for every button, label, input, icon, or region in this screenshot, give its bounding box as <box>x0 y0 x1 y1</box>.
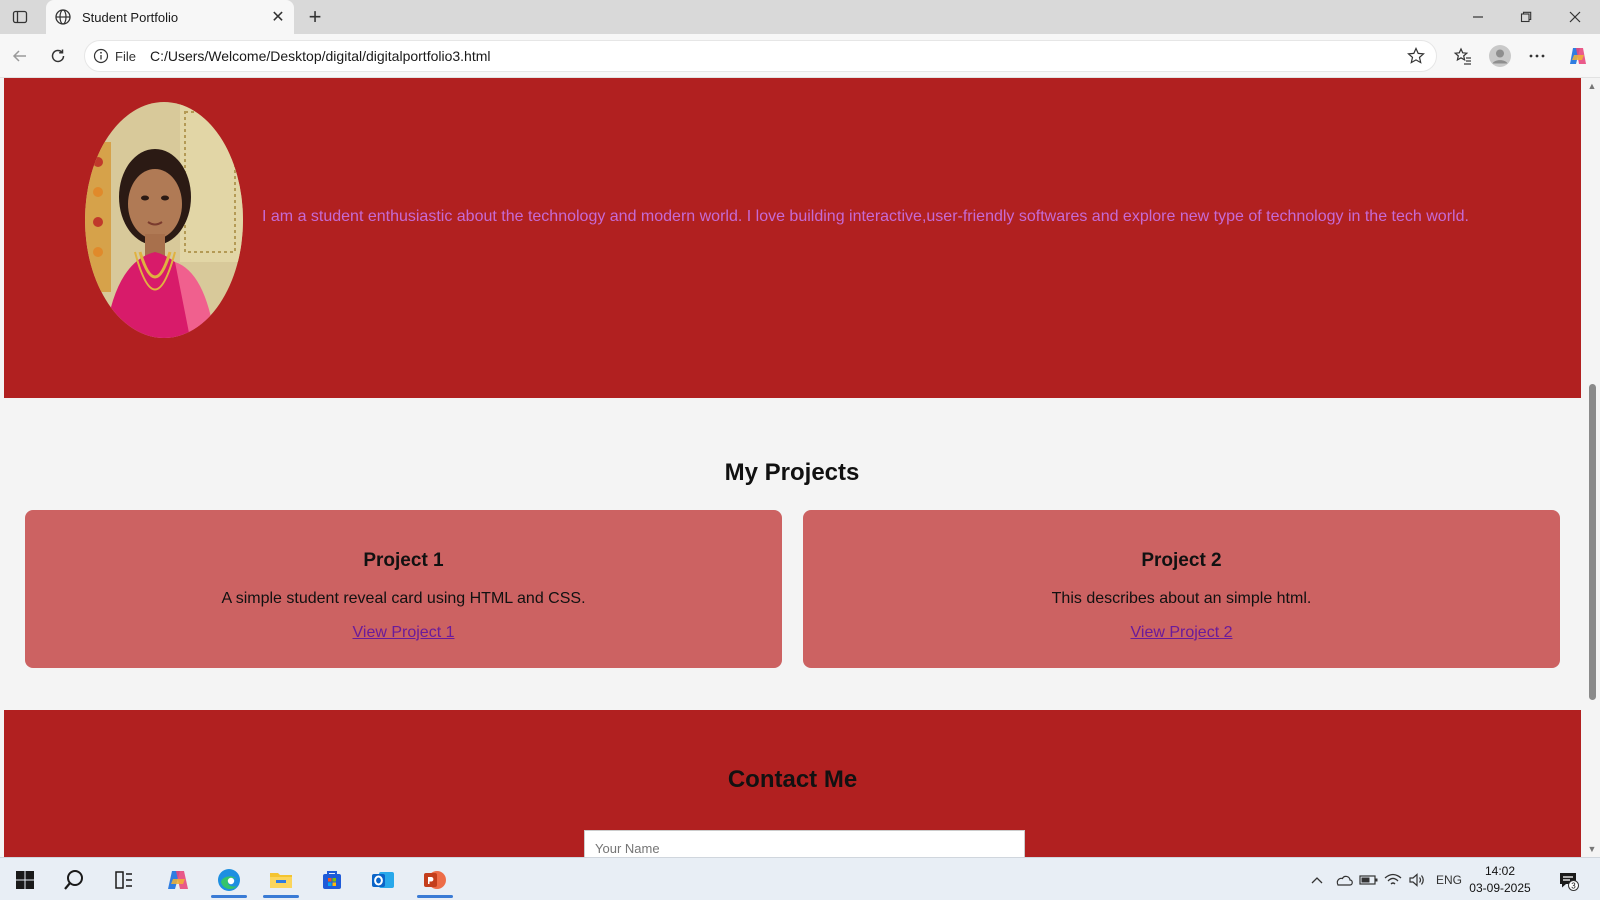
project-description: This describes about an simple html. <box>1051 590 1312 607</box>
taskbar: ENG 14:02 03-09-2025 3 <box>0 857 1600 900</box>
language-indicator[interactable]: ENG <box>1432 858 1466 901</box>
view-project-2-link[interactable]: View Project 2 <box>1131 624 1233 642</box>
system-clock[interactable]: 14:02 03-09-2025 <box>1465 863 1535 897</box>
tab-actions-icon[interactable] <box>8 6 32 28</box>
info-icon[interactable] <box>93 48 109 64</box>
search-icon[interactable] <box>52 862 96 898</box>
restore-icon[interactable] <box>1503 0 1549 34</box>
chevron-up-icon[interactable] <box>1308 858 1326 901</box>
outlook-icon[interactable] <box>361 862 405 898</box>
browser-tab[interactable]: Student Portfolio ✕ <box>46 0 294 34</box>
star-icon[interactable] <box>1406 46 1426 66</box>
scroll-down-icon[interactable]: ▼ <box>1587 844 1597 854</box>
notification-icon[interactable]: 3 <box>1553 858 1583 901</box>
project-card-2: Project 2 This describes about an simple… <box>803 510 1560 668</box>
more-icon[interactable] <box>1523 42 1551 70</box>
plus-icon[interactable]: + <box>303 4 327 29</box>
clock-time: 14:02 <box>1484 864 1516 878</box>
profile-photo <box>85 102 243 338</box>
project-card-1: Project 1 A simple student reveal card u… <box>25 510 782 668</box>
project-title: Project 1 <box>363 550 444 571</box>
onedrive-icon[interactable] <box>1332 858 1356 901</box>
scroll-thumb[interactable] <box>1589 384 1596 700</box>
back-icon[interactable] <box>6 42 34 70</box>
clock-date: 03-09-2025 <box>1469 881 1531 895</box>
copilot-app-icon[interactable] <box>156 862 200 898</box>
tab-title: Student Portfolio <box>82 9 179 25</box>
minimize-icon[interactable] <box>1455 0 1501 34</box>
projects-heading: My Projects <box>724 459 860 486</box>
address-bar[interactable]: File C:/Users/Welcome/Desktop/digital/di… <box>84 40 1437 72</box>
powerpoint-icon[interactable] <box>413 862 457 898</box>
close-icon[interactable]: ✕ <box>270 9 286 26</box>
address-prefix: File <box>115 48 136 64</box>
project-description: A simple student reveal card using HTML … <box>221 590 586 607</box>
contact-heading: Contact Me <box>727 766 858 793</box>
windows-start-icon[interactable] <box>3 862 47 898</box>
bio-text: I am a student enthusiastic about the te… <box>262 208 1469 225</box>
wifi-icon[interactable] <box>1382 858 1404 901</box>
name-input[interactable] <box>584 830 1025 857</box>
profile-icon[interactable] <box>1486 42 1514 70</box>
file-explorer-icon[interactable] <box>259 862 303 898</box>
volume-icon[interactable] <box>1406 858 1428 901</box>
favorites-icon[interactable] <box>1449 42 1477 70</box>
vertical-scrollbar[interactable]: ▲ ▼ <box>1584 78 1600 857</box>
hero-section: I am a student enthusiastic about the te… <box>4 78 1581 398</box>
contact-section: Contact Me <box>4 710 1581 857</box>
page-viewport: I am a student enthusiastic about the te… <box>0 78 1600 857</box>
browser-titlebar: Student Portfolio ✕ + <box>0 0 1600 34</box>
copilot-icon[interactable] <box>1564 42 1592 70</box>
store-icon[interactable] <box>310 862 354 898</box>
globe-icon <box>54 8 72 26</box>
url-text[interactable]: C:/Users/Welcome/Desktop/digital/digital… <box>150 48 1406 64</box>
task-view-icon[interactable] <box>102 862 146 898</box>
window-close-icon[interactable] <box>1552 0 1598 34</box>
battery-icon[interactable] <box>1358 858 1380 901</box>
scroll-up-icon[interactable]: ▲ <box>1587 81 1597 91</box>
view-project-1-link[interactable]: View Project 1 <box>353 624 455 642</box>
browser-toolbar: File C:/Users/Welcome/Desktop/digital/di… <box>0 34 1600 78</box>
project-title: Project 2 <box>1141 550 1222 571</box>
refresh-icon[interactable] <box>44 42 72 70</box>
notification-count: 3 <box>1571 881 1576 890</box>
edge-icon[interactable] <box>207 862 251 898</box>
